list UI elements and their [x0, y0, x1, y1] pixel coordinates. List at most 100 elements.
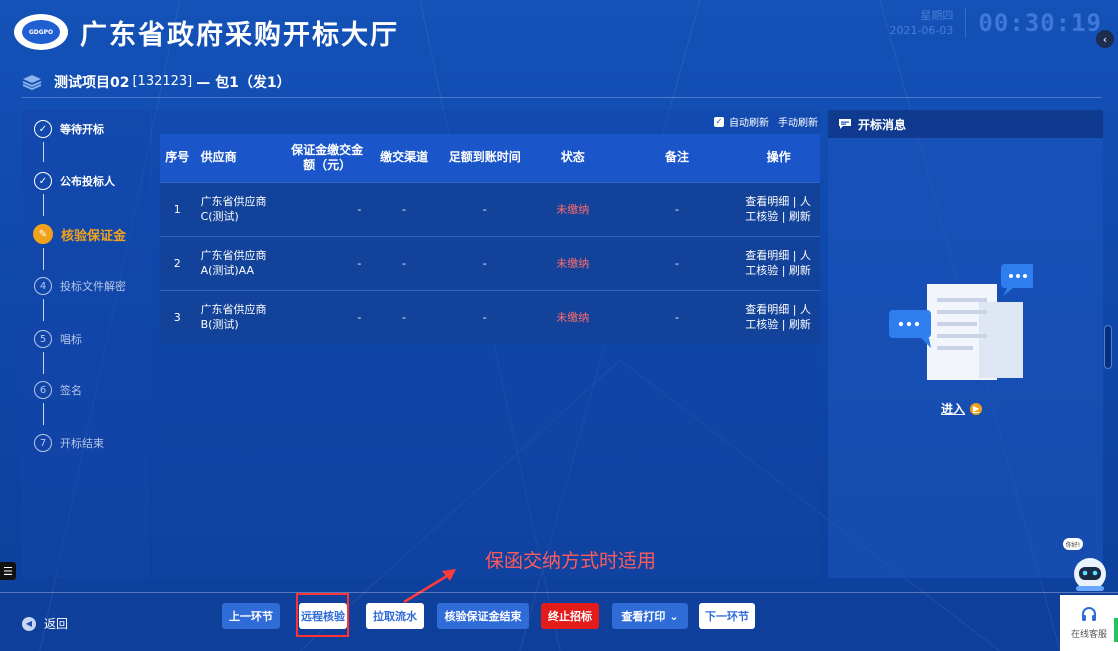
step-connector	[43, 194, 44, 216]
messages-title: 开标消息	[858, 117, 907, 132]
check-circle-icon: ✓	[34, 120, 52, 138]
arrow-right-icon: ▶	[970, 402, 983, 415]
col-amount: 保证金缴交金额（元）	[286, 134, 368, 182]
col-time: 足额到账时间	[440, 134, 529, 182]
cell-supplier: 广东省供应商C(测试)	[194, 181, 287, 236]
cell-channel: -	[367, 235, 441, 290]
manual-refresh-link[interactable]: 手动刷新	[778, 114, 818, 129]
step-finish[interactable]: 7 开标结束	[34, 434, 104, 452]
step-connector	[43, 352, 44, 374]
step-connector	[43, 248, 44, 270]
gdgpo-logo: GDGPO	[14, 14, 68, 50]
step-number-icon: 7	[34, 434, 52, 452]
refresh-controls: ✓ 自动刷新 手动刷新	[714, 114, 818, 129]
project-bar: 测试项目02 [132123] — 包1（发1）	[22, 66, 1102, 98]
cell-channel: -	[367, 181, 441, 236]
col-note: 备注	[616, 134, 738, 182]
cell-amount: -	[286, 289, 368, 344]
verify-deposit-end-button[interactable]: 核验保证金结束	[437, 603, 529, 629]
back-arrow-icon: ◀	[22, 616, 36, 631]
cell-status: 未缴纳	[528, 181, 617, 236]
pencil-icon: ✎	[33, 224, 53, 244]
prev-step-button[interactable]: 上一环节	[222, 603, 280, 629]
step-number-icon: 4	[34, 277, 52, 295]
col-status: 状态	[528, 134, 617, 182]
cell-supplier: 广东省供应商A(测试)AA	[194, 235, 287, 290]
cell-ops-links[interactable]: 查看明细 | 人工核验 | 刷新	[737, 235, 820, 290]
cell-note: -	[616, 235, 738, 290]
cell-no: 3	[160, 289, 195, 344]
table-row: 2 广东省供应商A(测试)AA - - - 未缴纳 - 查看明细 | 人工核验 …	[160, 235, 820, 290]
remote-verify-button[interactable]: 远程核验	[299, 603, 347, 629]
annotation-text: 保函交纳方式时适用	[485, 550, 657, 572]
step-announce[interactable]: 5 唱标	[34, 330, 82, 348]
step-verify-deposit[interactable]: ✎ 核验保证金	[33, 224, 126, 244]
cell-channel: -	[367, 289, 441, 344]
auto-refresh-checkbox[interactable]: ✓	[714, 116, 724, 127]
check-circle-icon: ✓	[34, 172, 52, 190]
weekday: 星期四	[920, 9, 954, 22]
step-waiting[interactable]: ✓ 等待开标	[34, 120, 104, 138]
chevron-down-icon: ⌄	[669, 609, 679, 623]
header-divider	[965, 8, 967, 38]
step-publish-bidders[interactable]: ✓ 公布投标人	[34, 172, 115, 190]
cell-no: 2	[160, 235, 195, 290]
headset-icon	[1082, 607, 1096, 621]
cell-note: -	[616, 181, 738, 236]
header: GDGPO 广东省政府采购开标大厅 星期四 2021-06-03 00:30:1…	[0, 0, 1118, 62]
step-number-icon: 5	[34, 330, 52, 348]
project-package: — 包1（发1）	[196, 74, 291, 91]
online-service-button[interactable]: 在线客服	[1060, 595, 1118, 651]
main-panel: ✓ 自动刷新 手动刷新 序号 供应商 保证金缴交金额（元） 缴交渠道 足额到账时…	[152, 110, 820, 578]
step-connector	[43, 403, 44, 425]
col-no: 序号	[160, 134, 195, 182]
step-number-icon: 6	[34, 381, 52, 399]
auto-refresh-label[interactable]: 自动刷新	[729, 114, 769, 129]
cell-status: 未缴纳	[528, 289, 617, 344]
scrollbar-handle[interactable]	[1104, 325, 1112, 369]
cell-amount: -	[286, 181, 368, 236]
side-menu-icon[interactable]: ☰	[0, 562, 16, 580]
step-connector	[43, 142, 44, 162]
chat-icon	[839, 119, 851, 129]
back-button[interactable]: ◀ 返回	[22, 615, 68, 632]
step-connector	[43, 299, 44, 321]
stop-bidding-button[interactable]: 终止招标	[541, 603, 599, 629]
col-channel: 缴交渠道	[367, 134, 441, 182]
cell-time: -	[440, 235, 529, 290]
cell-status: 未缴纳	[528, 235, 617, 290]
header-clock-area: 星期四 2021-06-03 00:30:19	[889, 8, 1102, 38]
steps-panel: ✓ 等待开标 ✓ 公布投标人 ✎ 核验保证金 4 投标文件解密 5 唱标 6 签…	[22, 110, 150, 578]
collapse-left-icon[interactable]: ‹	[1096, 30, 1114, 48]
layers-icon	[22, 74, 42, 90]
project-code: [132123]	[132, 74, 193, 89]
table-row: 3 广东省供应商B(测试) - - - 未缴纳 - 查看明细 | 人工核验 | …	[160, 289, 820, 344]
step-sign[interactable]: 6 签名	[34, 381, 82, 399]
status-indicator	[1114, 618, 1118, 642]
svg-text:你好!: 你好!	[1066, 541, 1080, 549]
table-row: 1 广东省供应商C(测试) - - - 未缴纳 - 查看明细 | 人工核验 | …	[160, 181, 820, 236]
cell-ops-links[interactable]: 查看明细 | 人工核验 | 刷新	[737, 181, 820, 236]
messages-illustration	[889, 264, 1033, 380]
step-decrypt[interactable]: 4 投标文件解密	[34, 277, 126, 295]
site-title: 广东省政府采购开标大厅	[80, 20, 399, 51]
robot-assistant-icon[interactable]: 你好!	[1062, 536, 1108, 592]
cell-amount: -	[286, 235, 368, 290]
col-ops: 操作	[737, 134, 820, 182]
cell-note: -	[616, 289, 738, 344]
date-text: 2021-06-03	[889, 24, 954, 37]
table-header-row: 序号 供应商 保证金缴交金额（元） 缴交渠道 足额到账时间 状态 备注 操作	[160, 134, 820, 182]
messages-panel: 开标消息 进入 ▶	[828, 110, 1103, 578]
next-step-button[interactable]: 下一环节	[699, 603, 755, 629]
cell-ops-links[interactable]: 查看明细 | 人工核验 | 刷新	[737, 289, 820, 344]
project-name: 测试项目02	[54, 74, 130, 91]
messages-header: 开标消息	[828, 110, 1103, 138]
view-print-dropdown[interactable]: 查看打印 ⌄	[612, 603, 688, 629]
header-date: 星期四 2021-06-03	[889, 8, 953, 38]
enter-messages-link[interactable]: 进入 ▶	[941, 400, 983, 417]
col-supplier: 供应商	[194, 134, 287, 182]
footer-bar: ◀ 返回 上一环节 远程核验 拉取流水 核验保证金结束 终止招标 查看打印 ⌄ …	[0, 592, 1118, 651]
cell-no: 1	[160, 181, 195, 236]
pull-flow-button[interactable]: 拉取流水	[366, 603, 424, 629]
clock: 00:30:19	[978, 9, 1102, 37]
